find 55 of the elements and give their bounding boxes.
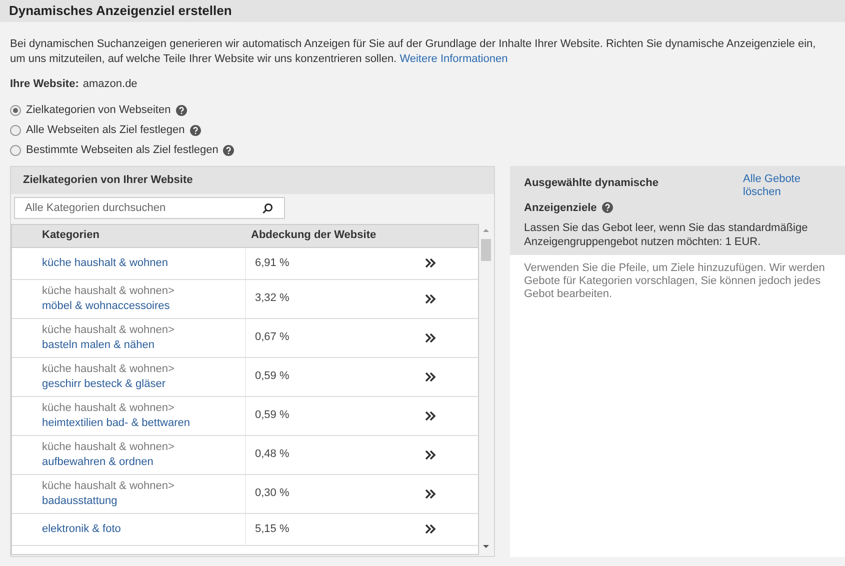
help-icon[interactable]	[223, 145, 234, 156]
coverage-value: 3,32 %	[255, 291, 290, 306]
radio-label[interactable]: Alle Webseiten als Ziel festlegen	[26, 122, 185, 139]
panel-title: Anzeigenziele	[524, 200, 597, 216]
double-chevron-icon[interactable]	[425, 450, 436, 460]
double-chevron-icon[interactable]	[425, 524, 436, 534]
search-field[interactable]: Alle Kategorien durchsuchen	[14, 196, 285, 218]
category-link[interactable]: badausstattung	[42, 494, 245, 508]
column-header: Abdeckung der Website	[250, 228, 376, 244]
parent-category: küche haushalt & wohnen>	[42, 322, 176, 338]
bid-note: Lassen Sie das Gebot leer, wenn Sie das standardmäßige Anzeigengruppengebot nutzen möchten: 1 EUR.	[524, 221, 809, 249]
website-value: amazon.de	[82, 77, 138, 92]
category-link[interactable]: küche haushalt & wohnen	[42, 256, 245, 270]
coverage-value: 0,59 %	[255, 369, 290, 384]
panel-title: Ausgewählte dynamische	[524, 176, 660, 190]
radio-button[interactable]	[10, 125, 21, 136]
website-label: Ihre Website:	[10, 77, 79, 92]
coverage-value: 0,59 %	[255, 408, 290, 424]
hint-text: Verwenden Sie die Pfeile, um Ziele hinzuzufügen. Wir werden Gebote für Kategorien vorschlagen, Sie können jedoch jedes Gebot bearbeiten.	[524, 262, 826, 301]
category-link[interactable]: geschirr besteck & gläser	[42, 376, 245, 392]
coverage-value: 0,30 %	[255, 486, 290, 502]
parent-category: küche haushalt & wohnen>	[42, 284, 176, 298]
double-chevron-icon[interactable]	[425, 410, 436, 420]
category-link[interactable]: aufbewahren & ordnen	[42, 454, 245, 470]
category-link[interactable]: heimtextilien bad- & bettwaren	[42, 416, 245, 430]
help-icon[interactable]	[176, 105, 187, 116]
help-icon[interactable]	[602, 202, 613, 214]
coverage-value: 0,48 %	[255, 447, 290, 462]
search-icon[interactable]	[262, 202, 273, 214]
panel-title: Zielkategorien von Ihrer Website	[23, 172, 193, 188]
double-chevron-icon[interactable]	[425, 332, 436, 342]
double-chevron-icon[interactable]	[425, 258, 436, 268]
parent-category: küche haushalt & wohnen>	[42, 440, 176, 454]
clear-bids-link[interactable]: Alle Gebote löschen	[743, 172, 823, 198]
coverage-value: 6,91 %	[255, 256, 290, 271]
radio-button[interactable]	[10, 105, 21, 116]
page-title: Dynamisches Anzeigenziel erstellen	[9, 2, 232, 20]
radio-label[interactable]: Bestimmte Webseiten als Ziel festlegen	[26, 142, 218, 159]
parent-category: küche haushalt & wohnen>	[42, 478, 176, 494]
radio-button[interactable]	[10, 145, 21, 156]
category-link[interactable]: basteln malen & nähen	[42, 338, 245, 352]
parent-category: küche haushalt & wohnen>	[42, 400, 176, 416]
help-icon[interactable]	[190, 125, 201, 136]
radio-label[interactable]: Zielkategorien von Webseiten	[26, 102, 171, 119]
coverage-value: 0,67 %	[255, 330, 290, 346]
more-info-link[interactable]: Weitere Informationen	[400, 53, 508, 65]
column-header: Kategorien	[41, 228, 100, 244]
category-link[interactable]: elektronik & foto	[42, 522, 245, 536]
category-link[interactable]: möbel & wohnaccessoires	[42, 298, 245, 314]
double-chevron-icon[interactable]	[425, 372, 436, 382]
intro-paragraph: Bei dynamischen Suchanzeigen generieren wir automatisch Anzeigen für Sie auf der Grundlage der Inhalte Ihrer Website. Richten Sie dynamische Anzeigenziele ein, um uns mitzuteilen, auf welche Teile Ihrer Website wir uns konzentrieren sollen. Weitere Informationen	[10, 37, 817, 67]
double-chevron-icon[interactable]	[425, 294, 436, 304]
parent-category: küche haushalt & wohnen>	[42, 362, 176, 376]
double-chevron-icon[interactable]	[425, 488, 436, 498]
coverage-value: 5,15 %	[255, 522, 290, 537]
